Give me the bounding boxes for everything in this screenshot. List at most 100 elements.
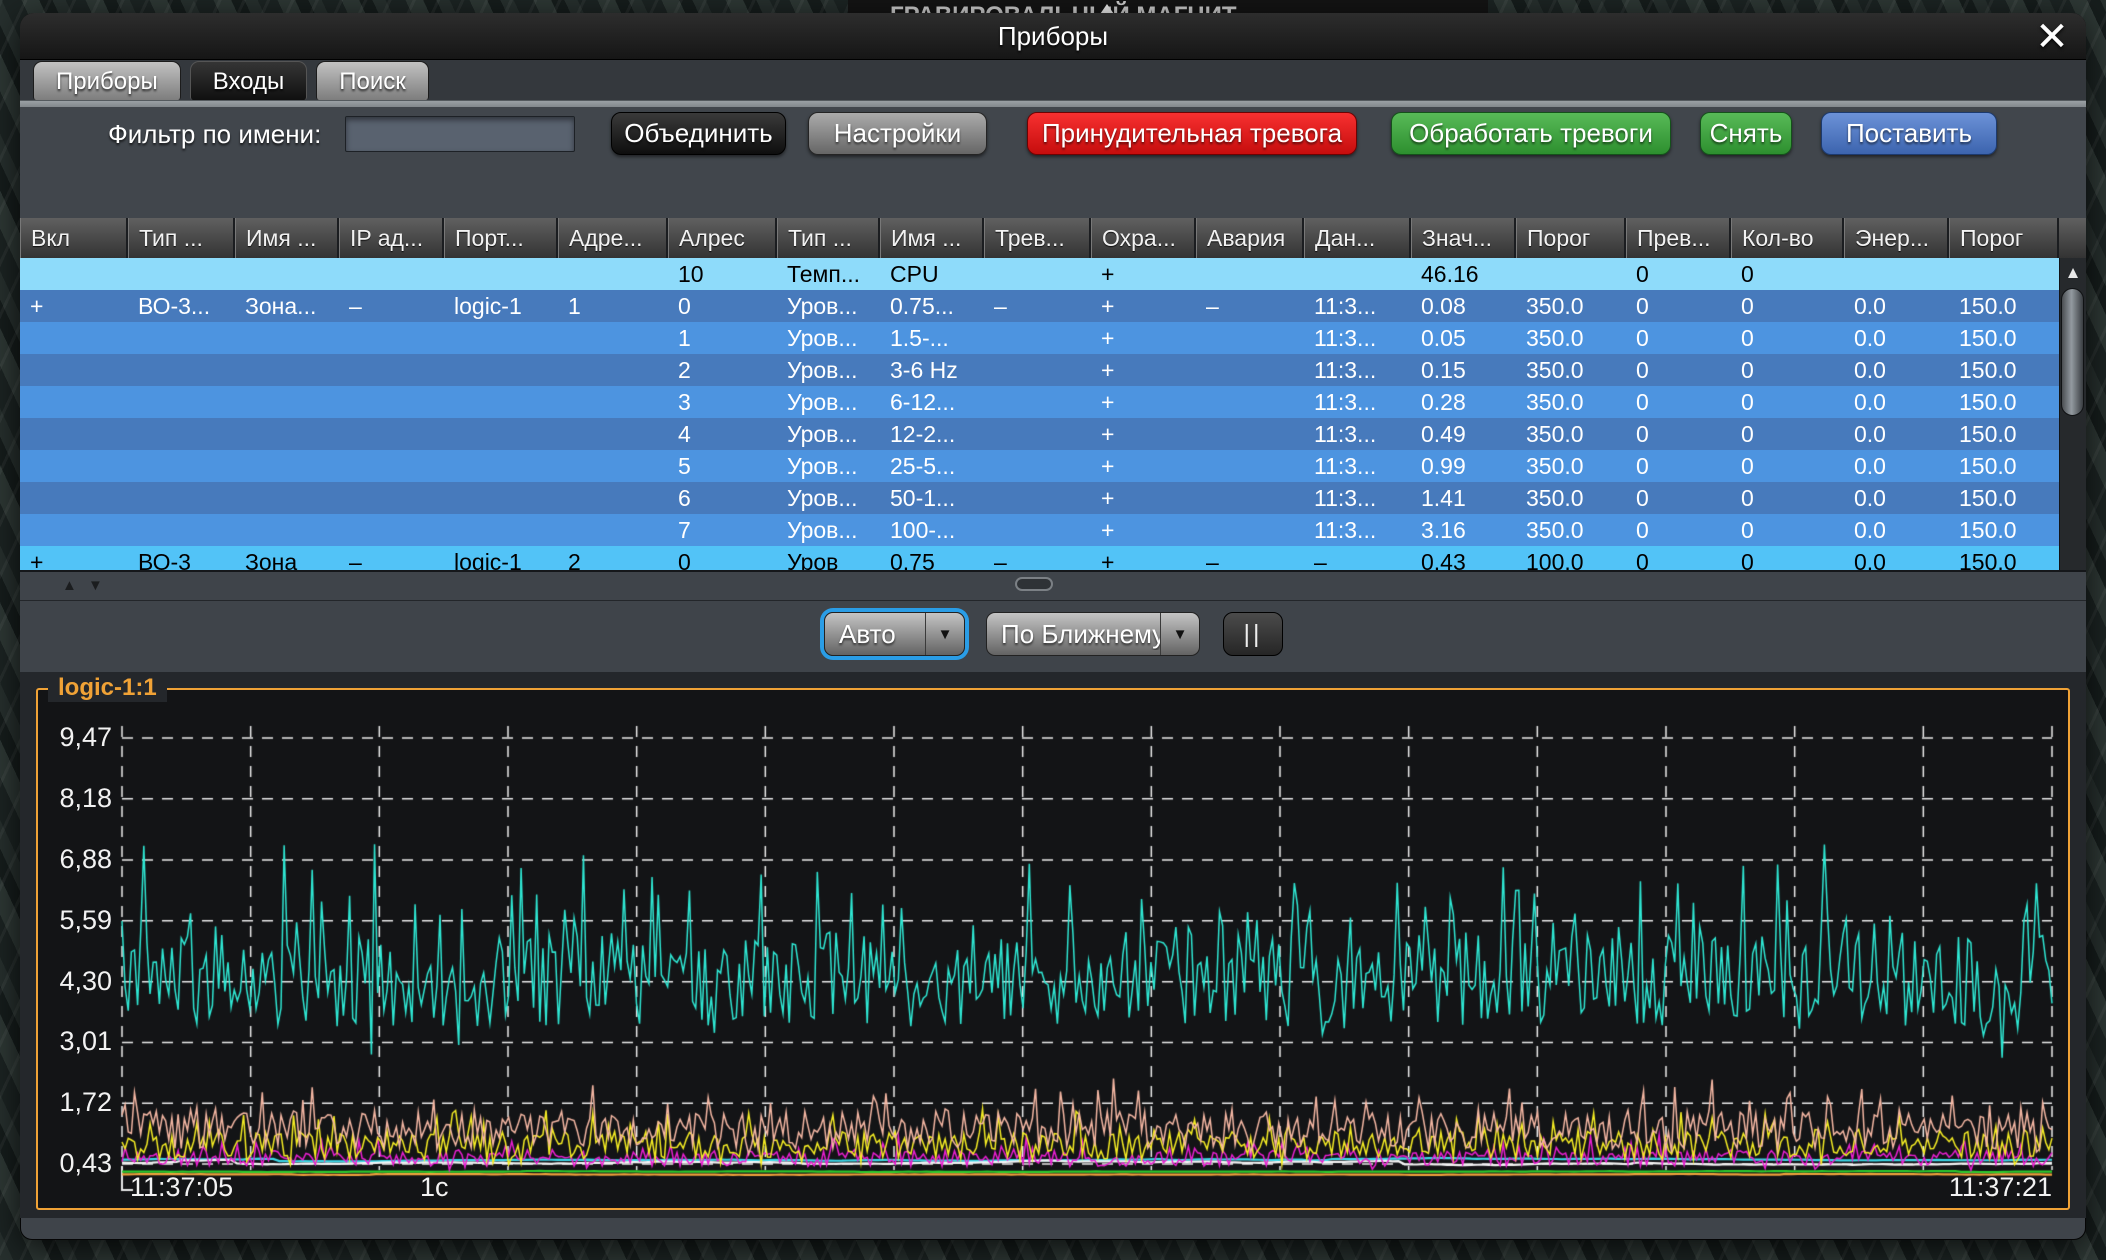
signal-chart-canvas[interactable] bbox=[38, 690, 2068, 1208]
table-cell: 150.0 bbox=[1949, 514, 2059, 546]
table-cell: 46.16 bbox=[1411, 258, 1516, 290]
column-header[interactable]: Энер... bbox=[1844, 218, 1949, 258]
column-header[interactable]: Алрес bbox=[668, 218, 777, 258]
table-cell: Темп... bbox=[777, 258, 880, 290]
table-row[interactable]: 1Уров...1.5-...+11:3...0.05350.0000.0150… bbox=[20, 322, 2059, 354]
process-alarms-button[interactable]: Обработать тревоги bbox=[1391, 112, 1671, 155]
table-row[interactable]: 10Темп...CPU+46.1600 bbox=[20, 258, 2059, 290]
column-header[interactable]: Адре... bbox=[558, 218, 668, 258]
table-cell: Уров... bbox=[777, 290, 880, 322]
table-row[interactable]: 2Уров...3-6 Hz+11:3...0.15350.0000.0150.… bbox=[20, 354, 2059, 386]
table-cell bbox=[235, 386, 339, 418]
tab-search[interactable]: Поиск bbox=[316, 61, 429, 100]
column-header[interactable]: Тип ... bbox=[777, 218, 880, 258]
table-cell bbox=[1304, 258, 1411, 290]
table-cell bbox=[558, 514, 668, 546]
table-cell: Уров... bbox=[777, 514, 880, 546]
column-header[interactable]: Имя ... bbox=[880, 218, 984, 258]
table-row[interactable]: 4Уров...12-2...+11:3...0.49350.0000.0150… bbox=[20, 418, 2059, 450]
table-cell: 0.0 bbox=[1844, 514, 1949, 546]
table-cell: Зона bbox=[235, 546, 339, 570]
column-header[interactable]: Кол-во bbox=[1731, 218, 1844, 258]
splitter-down-icon[interactable]: ▼ bbox=[88, 577, 103, 594]
table-cell bbox=[20, 258, 128, 290]
table-cell: 0.0 bbox=[1844, 418, 1949, 450]
tab-inputs[interactable]: Входы bbox=[190, 61, 308, 100]
column-header[interactable]: Трев... bbox=[984, 218, 1091, 258]
table-cell: 0 bbox=[1731, 482, 1844, 514]
table-cell bbox=[558, 450, 668, 482]
column-header[interactable]: Знач... bbox=[1411, 218, 1516, 258]
pause-button[interactable]: || bbox=[1223, 612, 1283, 656]
table-cell: 350.0 bbox=[1516, 322, 1626, 354]
table-cell: 0 bbox=[1626, 482, 1731, 514]
table-cell: – bbox=[1196, 546, 1304, 570]
merge-button[interactable]: Объединить bbox=[611, 112, 786, 155]
table-cell: + bbox=[1091, 322, 1196, 354]
background-window-title: ГРАВИРОВАЛЬНЫЙ МАГНИТ bbox=[890, 2, 1237, 13]
scroll-up-icon[interactable]: ▲ bbox=[2061, 262, 2085, 284]
table-cell: 0 bbox=[1626, 258, 1731, 290]
splitter[interactable] bbox=[20, 570, 2086, 601]
table-cell: 150.0 bbox=[1949, 322, 2059, 354]
table-cell bbox=[128, 482, 235, 514]
table-cell: 6-12... bbox=[880, 386, 984, 418]
column-header[interactable]: Вкл bbox=[20, 218, 128, 258]
interp-mode-select[interactable]: По Ближнему ▼ bbox=[986, 612, 1200, 656]
splitter-handle[interactable] bbox=[1015, 577, 1053, 591]
table-cell: 1 bbox=[558, 290, 668, 322]
table-row[interactable]: +ВО-3Зона–logic-120Уров0.75–+––0.43100.0… bbox=[20, 546, 2059, 570]
table-cell: 350.0 bbox=[1516, 290, 1626, 322]
filter-input[interactable] bbox=[345, 116, 575, 152]
column-header[interactable]: Тип ... bbox=[128, 218, 235, 258]
table-cell: 4 bbox=[668, 418, 777, 450]
column-header[interactable]: Имя ... bbox=[235, 218, 339, 258]
table-cell: 12-2... bbox=[880, 418, 984, 450]
table-row[interactable]: 5Уров...25-5...+11:3...0.99350.0000.0150… bbox=[20, 450, 2059, 482]
table-cell: 11:3... bbox=[1304, 482, 1411, 514]
table-cell bbox=[20, 322, 128, 354]
dialog-title: Приборы bbox=[20, 13, 2086, 60]
table-cell bbox=[1196, 450, 1304, 482]
scale-mode-select[interactable]: Авто ▼ bbox=[824, 612, 965, 656]
column-header[interactable]: Авария bbox=[1196, 218, 1304, 258]
tab-devices[interactable]: Приборы bbox=[33, 61, 181, 100]
column-header[interactable]: Прев... bbox=[1626, 218, 1731, 258]
column-header[interactable]: IP ад... bbox=[339, 218, 444, 258]
table-row[interactable]: 6Уров...50-1...+11:3...1.41350.0000.0150… bbox=[20, 482, 2059, 514]
table-cell: + bbox=[20, 546, 128, 570]
arm-button[interactable]: Поставить bbox=[1821, 112, 1997, 155]
table-row[interactable]: 7Уров...100-...+11:3...3.16350.0000.0150… bbox=[20, 514, 2059, 546]
table-cell: 0.0 bbox=[1844, 450, 1949, 482]
column-header[interactable]: Порог bbox=[1949, 218, 2059, 258]
settings-button[interactable]: Настройки bbox=[808, 112, 987, 155]
table-row[interactable]: 3Уров...6-12...+11:3...0.28350.0000.0150… bbox=[20, 386, 2059, 418]
table-cell: Уров... bbox=[777, 482, 880, 514]
table-cell bbox=[558, 322, 668, 354]
table-cell: 0.05 bbox=[1411, 322, 1516, 354]
table-cell: 1.41 bbox=[1411, 482, 1516, 514]
interp-mode-value: По Ближнему bbox=[987, 619, 1160, 650]
column-header[interactable]: Охра... bbox=[1091, 218, 1196, 258]
splitter-up-icon[interactable]: ▲ bbox=[62, 577, 77, 594]
table-cell: 0 bbox=[668, 546, 777, 570]
table-cell bbox=[444, 322, 558, 354]
close-icon[interactable]: ✕ bbox=[2028, 16, 2076, 58]
column-header[interactable]: Порог bbox=[1516, 218, 1626, 258]
table-cell: 350.0 bbox=[1516, 514, 1626, 546]
table-cell bbox=[128, 514, 235, 546]
column-header[interactable]: Порт... bbox=[444, 218, 558, 258]
table-cell: Уров... bbox=[777, 450, 880, 482]
force-alarm-button[interactable]: Принудительная тревога bbox=[1027, 112, 1357, 155]
table-cell: 0.43 bbox=[1411, 546, 1516, 570]
scrollbar-thumb[interactable] bbox=[2061, 288, 2084, 416]
chart-title: logic-1:1 bbox=[48, 674, 167, 702]
table-row[interactable]: +ВО-3...Зона...–logic-110Уров...0.75...–… bbox=[20, 290, 2059, 322]
column-header[interactable]: Дан... bbox=[1304, 218, 1411, 258]
background-window: ГРАВИРОВАЛЬНЫЙ МАГНИТ bbox=[848, 0, 1488, 13]
disarm-button[interactable]: Снять bbox=[1700, 112, 1792, 155]
table-cell: 100-... bbox=[880, 514, 984, 546]
table-cell: + bbox=[1091, 354, 1196, 386]
table-cell: 0.28 bbox=[1411, 386, 1516, 418]
background-window-icon bbox=[1096, 4, 1118, 13]
